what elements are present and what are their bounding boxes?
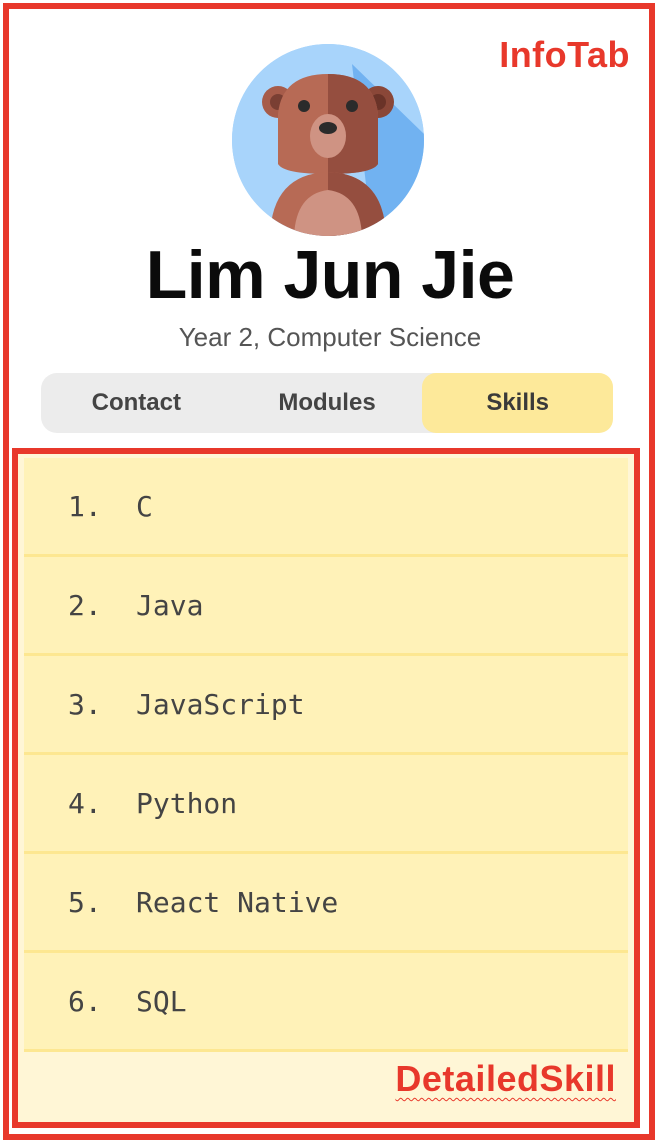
avatar <box>232 44 424 236</box>
skills-list: 1. C 2. Java 3. JavaScript 4. Python 5. … <box>24 458 628 1052</box>
skill-number: 3. <box>68 687 102 721</box>
skill-name: C <box>136 489 153 523</box>
tab-skills[interactable]: Skills <box>422 373 614 433</box>
skill-name: SQL <box>136 984 187 1018</box>
detailed-skill-label: DetailedSkill <box>395 1058 616 1099</box>
skill-number: 2. <box>68 588 102 622</box>
skill-number: 6. <box>68 984 102 1018</box>
infotab-label: InfoTab <box>499 34 630 75</box>
skill-number: 5. <box>68 885 102 919</box>
tab-modules[interactable]: Modules <box>232 373 423 433</box>
skill-name: React Native <box>136 885 339 919</box>
skill-number: 1. <box>68 489 102 523</box>
list-item[interactable]: 5. React Native <box>24 854 628 953</box>
bear-icon <box>232 44 424 236</box>
list-item[interactable]: 6. SQL <box>24 953 628 1052</box>
list-item[interactable]: 4. Python <box>24 755 628 854</box>
skill-number: 4. <box>68 786 102 820</box>
skill-name: Python <box>136 786 238 820</box>
tab-bar: Contact Modules Skills <box>41 373 614 433</box>
list-item[interactable]: 2. Java <box>24 557 628 656</box>
skill-name: Java <box>136 588 204 622</box>
detailed-skill-frame: 1. C 2. Java 3. JavaScript 4. Python 5. … <box>12 448 640 1128</box>
skill-name: JavaScript <box>136 687 305 721</box>
list-item[interactable]: 1. C <box>24 458 628 557</box>
tab-contact[interactable]: Contact <box>41 373 232 433</box>
profile-name: Lim Jun Jie <box>145 237 515 313</box>
profile-subtitle: Year 2, Computer Science <box>178 322 482 352</box>
list-item[interactable]: 3. JavaScript <box>24 656 628 755</box>
